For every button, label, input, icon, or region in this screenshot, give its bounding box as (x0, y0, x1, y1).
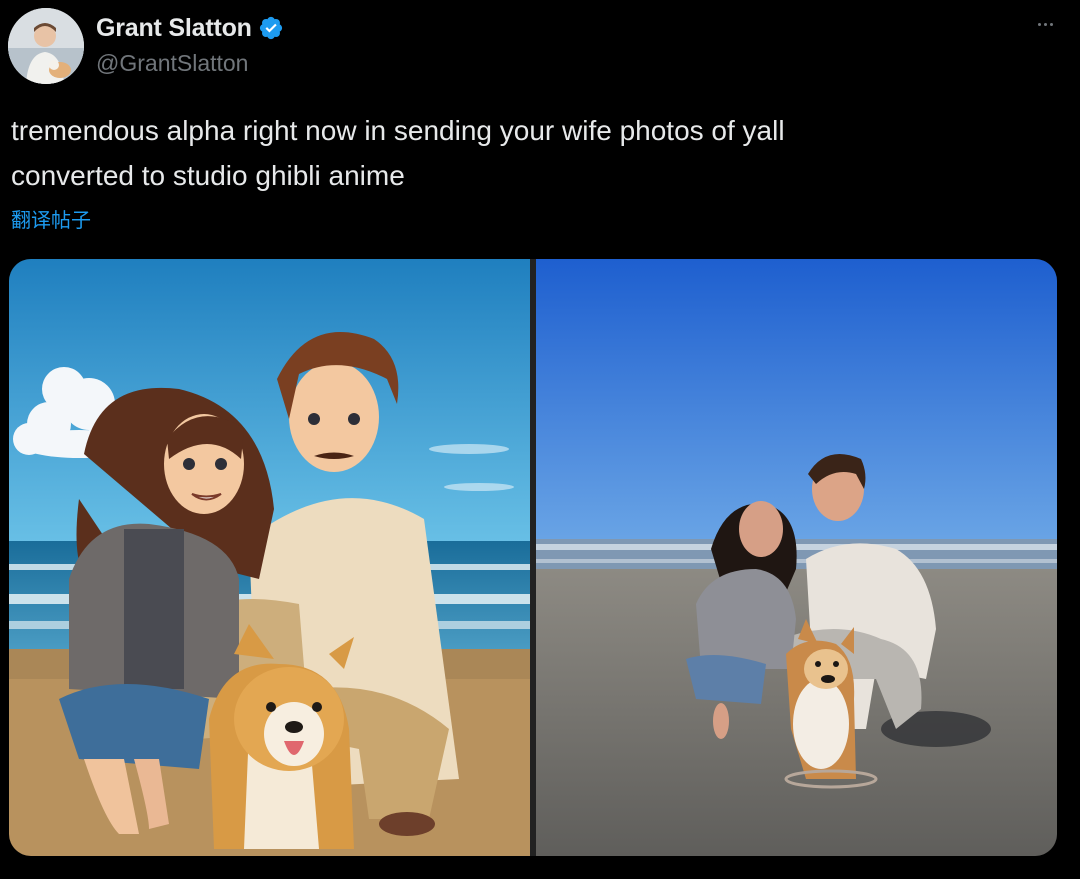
anime-photo[interactable] (9, 259, 530, 856)
author-handle[interactable]: @GrantSlatton (96, 50, 284, 77)
translate-post-link[interactable]: 翻译帖子 (11, 204, 91, 233)
media-grid (9, 259, 1057, 856)
more-dot (1043, 22, 1047, 26)
tweet: Grant Slatton @GrantSlatton tremendous a… (0, 0, 1080, 879)
tweet-header: Grant Slatton @GrantSlatton (8, 8, 1068, 84)
real-photo[interactable] (536, 259, 1057, 856)
avatar[interactable] (8, 8, 84, 84)
more-dot (1037, 22, 1041, 26)
author-names: Grant Slatton @GrantSlatton (96, 12, 284, 77)
display-name-row: Grant Slatton (96, 12, 284, 44)
verified-badge-icon (258, 15, 284, 41)
display-name[interactable]: Grant Slatton (96, 14, 252, 43)
more-dots-icon[interactable] (1030, 14, 1060, 34)
tweet-text: tremendous alpha right now in sending yo… (11, 115, 785, 191)
more-dot (1049, 22, 1053, 26)
